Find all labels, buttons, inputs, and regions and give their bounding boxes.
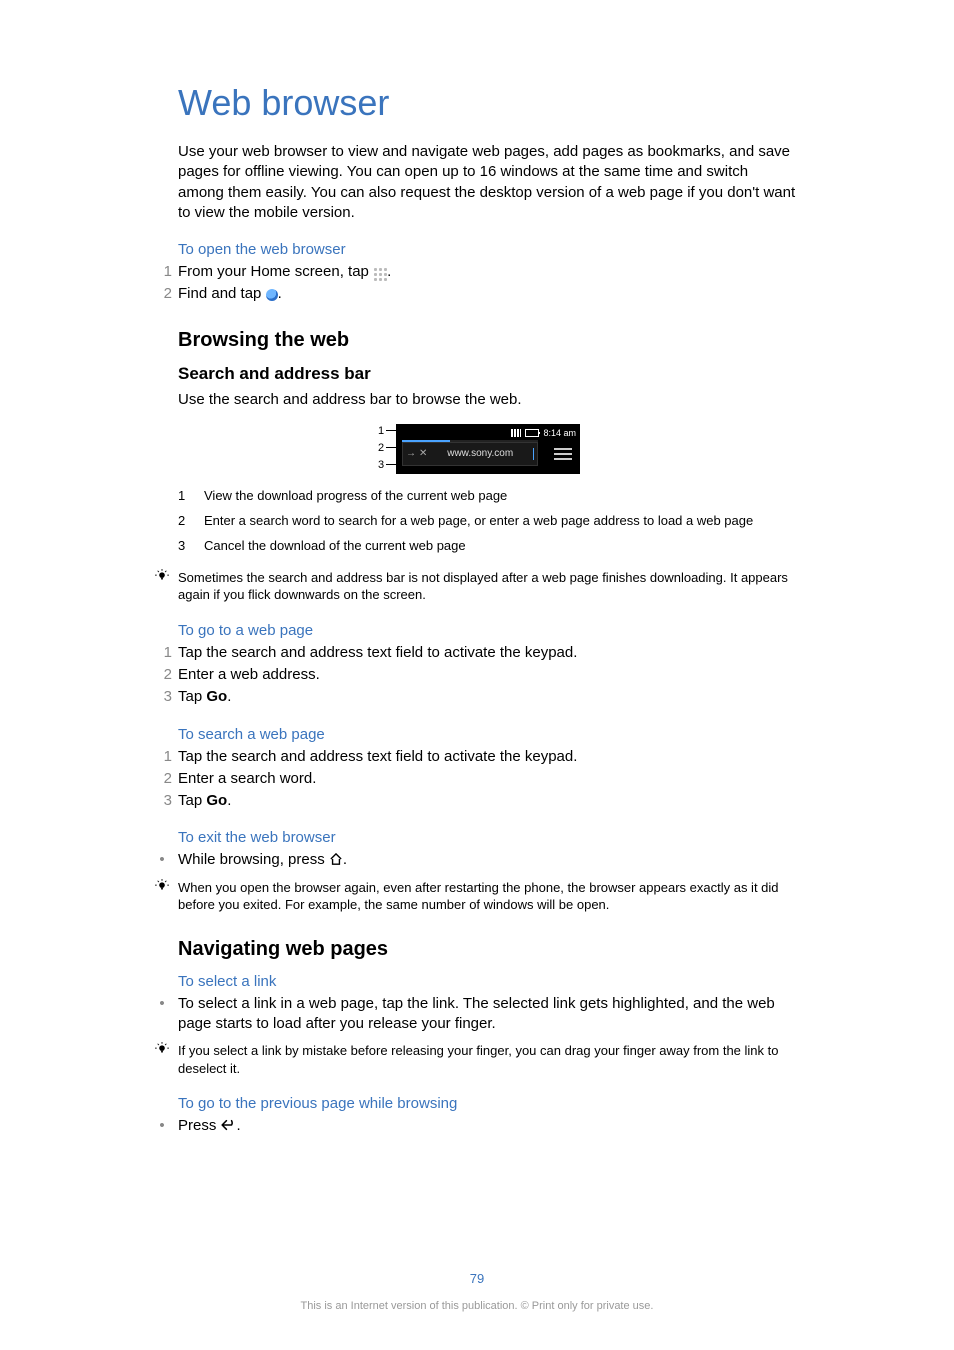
page-number: 79: [0, 1271, 954, 1286]
exit-browser-list: • While browsing, press .: [178, 850, 798, 870]
footer-text: This is an Internet version of this publ…: [0, 1300, 954, 1312]
tip-bulb-icon: [152, 879, 172, 898]
list-item: 3Tap Go.: [178, 791, 798, 811]
cancel-x-icon: ✕: [419, 448, 427, 459]
legend-row: 2 Enter a search word to search for a we…: [178, 513, 798, 528]
tip-select-link: If you select a link by mistake before r…: [152, 1042, 798, 1077]
callout-label: 1: [378, 425, 384, 437]
bullet-icon: •: [152, 1116, 172, 1136]
list-item: • While browsing, press .: [178, 850, 798, 870]
callout-label: 3: [378, 459, 384, 471]
step-text-post: .: [387, 263, 391, 280]
browser-globe-icon: [266, 289, 278, 301]
tip-text: When you open the browser again, even af…: [178, 879, 798, 914]
step-number: 2: [152, 769, 172, 789]
legend-row: 1 View the download progress of the curr…: [178, 488, 798, 503]
bullet-icon: •: [152, 850, 172, 870]
go-arrow-icon: →: [406, 448, 416, 459]
heading-select-link: To select a link: [178, 973, 798, 990]
step-bold: Go: [206, 792, 227, 809]
step-number: 1: [152, 643, 172, 663]
step-text: Enter a search word.: [178, 769, 316, 789]
heading-search-address-bar: Search and address bar: [178, 364, 798, 384]
tip-bulb-icon: [152, 569, 172, 588]
goto-page-steps: 1Tap the search and address text field t…: [178, 643, 798, 708]
search-page-steps: 1Tap the search and address text field t…: [178, 747, 798, 812]
intro-paragraph: Use your web browser to view and navigat…: [178, 142, 798, 223]
bullet-text: To select a link in a web page, tap the …: [178, 994, 798, 1035]
open-browser-steps: 1 From your Home screen, tap . 2 Find an…: [178, 262, 798, 305]
list-item: 1Tap the search and address text field t…: [178, 643, 798, 663]
step-text: Tap the search and address text field to…: [178, 747, 577, 767]
tip-exit-browser: When you open the browser again, even af…: [152, 879, 798, 914]
menu-icon: [554, 448, 572, 460]
battery-icon: [525, 429, 539, 437]
step-text: Tap the search and address text field to…: [178, 643, 577, 663]
legend: 1 View the download progress of the curr…: [178, 488, 798, 553]
heading-prev-page: To go to the previous page while browsin…: [178, 1095, 798, 1112]
tip-text: If you select a link by mistake before r…: [178, 1042, 798, 1077]
legend-row: 3 Cancel the download of the current web…: [178, 538, 798, 553]
step-text: Enter a web address.: [178, 665, 320, 685]
text-cursor: [533, 448, 534, 460]
step-text-post: .: [227, 792, 231, 809]
step-bold: Go: [206, 688, 227, 705]
apps-grid-icon: [373, 267, 387, 281]
step-text: Find and tap: [178, 285, 266, 302]
url-text: www.sony.com: [430, 448, 530, 459]
legend-num: 3: [178, 538, 194, 553]
phone-mock: 8:14 am → ✕ www.sony.com: [396, 424, 580, 474]
legend-num: 2: [178, 513, 194, 528]
step-number: 1: [152, 747, 172, 767]
step-number: 2: [152, 284, 172, 304]
list-item: • Press .: [178, 1116, 798, 1136]
bullet-text: Press: [178, 1117, 221, 1134]
step-text-post: .: [227, 688, 231, 705]
bullet-text-post: .: [237, 1117, 241, 1134]
list-item: 2Enter a web address.: [178, 665, 798, 685]
tip-bulb-icon: [152, 1042, 172, 1061]
list-item: 2 Find and tap .: [178, 284, 798, 304]
list-item: 1Tap the search and address text field t…: [178, 747, 798, 767]
heading-exit-browser: To exit the web browser: [178, 829, 798, 846]
heading-search-page: To search a web page: [178, 726, 798, 743]
back-arrow-icon: [221, 1116, 237, 1136]
page-title: Web browser: [178, 82, 798, 124]
heading-navigating: Navigating web pages: [178, 938, 798, 961]
step-number: 3: [152, 687, 172, 707]
tip-text: Sometimes the search and address bar is …: [178, 569, 798, 604]
heading-goto-page: To go to a web page: [178, 622, 798, 639]
heading-open-browser: To open the web browser: [178, 241, 798, 258]
step-text: From your Home screen, tap: [178, 263, 373, 280]
bullet-text-post: .: [343, 851, 347, 868]
signal-icon: [511, 429, 521, 437]
list-item: 1 From your Home screen, tap .: [178, 262, 798, 282]
step-number: 3: [152, 791, 172, 811]
step-text: Tap: [178, 688, 206, 705]
address-bar: → ✕ www.sony.com: [402, 442, 538, 466]
legend-text: Enter a search word to search for a web …: [204, 513, 753, 528]
callout-label: 2: [378, 442, 384, 454]
home-icon: [329, 850, 343, 870]
select-link-list: • To select a link in a web page, tap th…: [178, 994, 798, 1035]
step-text-post: .: [278, 285, 282, 302]
list-item: 2Enter a search word.: [178, 769, 798, 789]
status-time: 8:14 am: [543, 428, 576, 438]
heading-browsing-web: Browsing the web: [178, 329, 798, 352]
prev-page-list: • Press .: [178, 1116, 798, 1136]
legend-text: View the download progress of the curren…: [204, 488, 507, 503]
search-bar-body: Use the search and address bar to browse…: [178, 390, 798, 410]
legend-num: 1: [178, 488, 194, 503]
list-item: 3Tap Go.: [178, 687, 798, 707]
list-item: • To select a link in a web page, tap th…: [178, 994, 798, 1035]
step-number: 1: [152, 262, 172, 282]
bullet-text: While browsing, press: [178, 851, 329, 868]
step-number: 2: [152, 665, 172, 685]
legend-text: Cancel the download of the current web p…: [204, 538, 466, 553]
tip-search-bar: Sometimes the search and address bar is …: [152, 569, 798, 604]
step-text: Tap: [178, 792, 206, 809]
bullet-icon: •: [152, 994, 172, 1014]
